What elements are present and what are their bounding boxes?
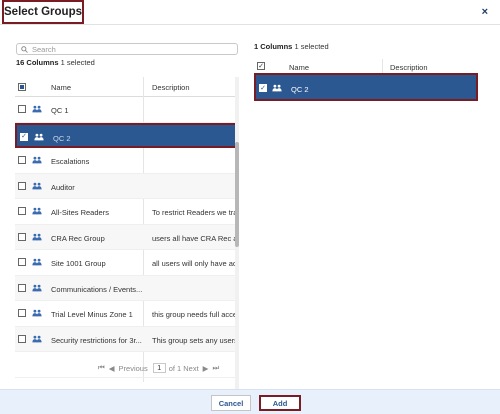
- group-name: Security restrictions for 3r...: [51, 335, 142, 345]
- list-scrollbar[interactable]: [235, 77, 239, 395]
- row-checkbox[interactable]: [18, 283, 26, 292]
- selected-count-columns: 1 Columns: [254, 42, 293, 51]
- group-icon: [34, 133, 44, 143]
- group-row[interactable]: Escalations: [15, 148, 237, 174]
- group-icon: [32, 207, 42, 217]
- search-icon: [21, 45, 28, 53]
- add-button[interactable]: Add: [259, 395, 301, 411]
- group-icon: [272, 84, 282, 94]
- selected-column-header-name[interactable]: Name: [289, 63, 309, 72]
- group-name: All-Sites Readers: [51, 208, 109, 217]
- row-checkbox[interactable]: [18, 232, 26, 241]
- group-name: Trial Level Minus Zone 1: [51, 310, 133, 319]
- group-name: Auditor: [51, 182, 75, 192]
- row-checkbox[interactable]: [18, 207, 26, 215]
- column-header-name[interactable]: Name: [51, 83, 71, 92]
- row-checkbox[interactable]: [18, 258, 26, 266]
- available-groups-panel: 16 Columns 1 selected Name Description Q…: [15, 42, 239, 395]
- previous-page-button[interactable]: Previous: [119, 364, 148, 373]
- search-box[interactable]: [16, 43, 238, 55]
- close-icon[interactable]: ×: [482, 6, 488, 18]
- group-row[interactable]: ✓ QC 2: [15, 122, 237, 148]
- row-name: QC 2: [291, 85, 309, 94]
- title-divider: [0, 24, 500, 25]
- row-checkbox[interactable]: [18, 156, 26, 164]
- row-checkbox[interactable]: [18, 334, 26, 343]
- group-row[interactable]: Trial Level Minus Zone 1 this group needs…: [15, 301, 237, 327]
- row-checkbox[interactable]: [18, 309, 26, 317]
- previous-page-icon[interactable]: ◀: [109, 364, 115, 373]
- next-page-icon[interactable]: ▶: [203, 364, 209, 373]
- group-name: Site 1001 Group: [51, 259, 106, 268]
- group-name: Escalations: [51, 157, 90, 166]
- cancel-button[interactable]: Cancel: [211, 395, 251, 411]
- group-row[interactable]: Site 1001 Group all users will only have …: [15, 250, 237, 276]
- selected-column-header-description[interactable]: Description: [390, 63, 428, 72]
- page-number-input[interactable]: 1: [152, 363, 166, 373]
- available-grid-header: Name Description: [15, 77, 237, 97]
- column-header-description[interactable]: Description: [152, 83, 190, 92]
- selected-group-row[interactable]: ✓ QC 2: [254, 73, 478, 101]
- group-row[interactable]: Communications / Events...: [15, 275, 237, 301]
- group-name: QC 1: [51, 106, 69, 115]
- group-description: all users will only have ac: [152, 259, 236, 268]
- selected-groups-panel: 1 Columns 1 selected ✓ Name Description …: [254, 42, 478, 102]
- group-name: Communications / Events...: [51, 284, 143, 294]
- last-page-button[interactable]: ⏭: [212, 363, 219, 373]
- available-count-columns: 16 Columns: [16, 58, 59, 67]
- pager: ⏮ ◀ Previous 1 of 1 Next ▶ ⏭: [96, 363, 221, 373]
- page-total: of 1: [168, 363, 182, 373]
- dialog-footer: Cancel Add: [0, 389, 500, 414]
- scrollbar-thumb[interactable]: [235, 142, 239, 247]
- row-checkbox[interactable]: [18, 181, 26, 190]
- available-groups-list: QC 1 ✓ QC 2 Escalations Auditor All-Sites Rea…: [15, 97, 237, 382]
- dialog-title: Select Groups: [2, 0, 84, 24]
- group-icon: [32, 182, 42, 192]
- group-icon: [32, 284, 42, 294]
- row-checkbox[interactable]: ✓: [20, 132, 28, 141]
- group-description: users all have CRA Rec ac: [152, 233, 236, 243]
- group-icon: [32, 335, 42, 345]
- row-checkbox[interactable]: [18, 105, 26, 113]
- group-icon: [32, 233, 42, 243]
- first-page-button[interactable]: ⏮: [98, 363, 105, 373]
- selected-select-all-checkbox[interactable]: ✓: [257, 62, 265, 70]
- group-row[interactable]: QC 1: [15, 97, 237, 123]
- group-description: This group sets any users: [152, 335, 236, 345]
- group-row[interactable]: All-Sites Readers To restrict Readers we …: [15, 199, 237, 225]
- group-row[interactable]: CRA Rec Group users all have CRA Rec ac: [15, 224, 237, 250]
- selected-count: 1 Columns 1 selected: [254, 42, 329, 51]
- group-row[interactable]: Auditor: [15, 173, 237, 199]
- group-icon: [32, 258, 42, 268]
- group-icon: [32, 105, 42, 115]
- group-row[interactable]: Security restrictions for 3r... This grou…: [15, 326, 237, 352]
- available-count-selected: 1 selected: [60, 58, 95, 67]
- select-all-checkbox[interactable]: [18, 83, 26, 91]
- group-name: QC 2: [53, 133, 71, 143]
- group-description: this group needs full acce: [152, 310, 236, 319]
- next-page-button[interactable]: Next: [183, 364, 198, 373]
- group-icon: [32, 156, 42, 166]
- selected-count-selected: 1 selected: [294, 42, 329, 51]
- group-icon: [32, 309, 42, 319]
- group-description: To restrict Readers we tra: [152, 208, 236, 217]
- search-input[interactable]: [32, 44, 212, 54]
- available-count: 16 Columns 1 selected: [16, 58, 95, 67]
- row-checkbox[interactable]: ✓: [259, 84, 267, 92]
- group-name: CRA Rec Group: [51, 233, 105, 243]
